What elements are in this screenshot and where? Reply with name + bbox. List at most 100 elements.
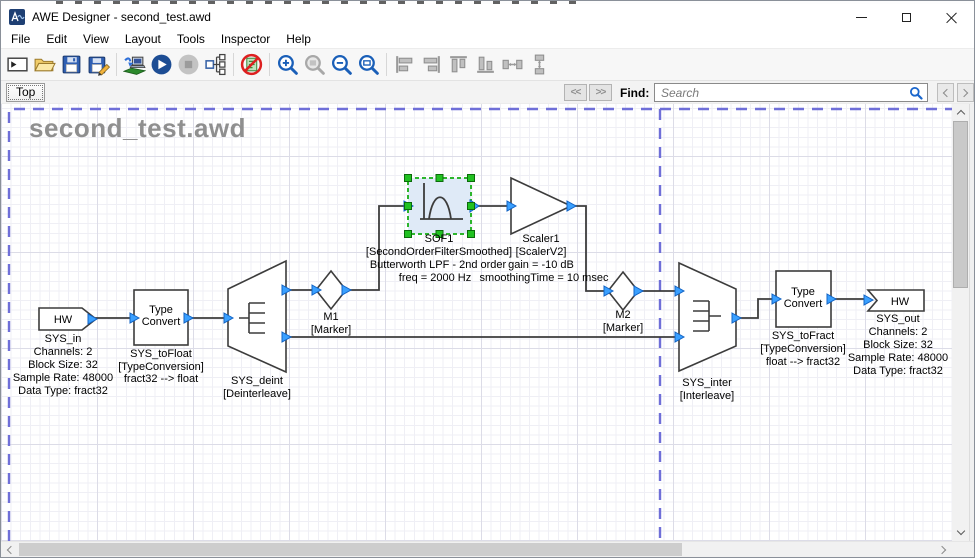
distribute-horizontal-button[interactable]: [499, 51, 526, 78]
align-bottom-button[interactable]: [472, 51, 499, 78]
find-previous-all-button[interactable]: <<: [564, 84, 587, 101]
svg-text:Type: Type: [791, 286, 815, 298]
menu-item-view[interactable]: View: [75, 31, 117, 47]
svg-text:[Deinterleave]: [Deinterleave]: [223, 388, 291, 400]
svg-text:[SecondOrderFilterSmoothed]: [SecondOrderFilterSmoothed]: [366, 246, 512, 258]
block-m1[interactable]: [312, 271, 351, 309]
find-next-button[interactable]: [957, 83, 974, 102]
minimize-button[interactable]: [839, 4, 884, 30]
output-pin[interactable]: [634, 286, 643, 296]
block-sys-tofloat[interactable]: Type Convert: [130, 290, 193, 345]
horizontal-scrollbar-thumb[interactable]: [19, 543, 682, 556]
title-bar: AWE Designer - second_test.awd: [1, 4, 974, 30]
layout-title: second_test.awd: [29, 113, 246, 143]
menu-item-layout[interactable]: Layout: [117, 31, 169, 47]
horizontal-scrollbar[interactable]: [1, 541, 974, 557]
svg-text:freq = 2000 Hz: freq = 2000 Hz: [399, 272, 471, 284]
find-previous-button[interactable]: [937, 83, 954, 102]
align-left-button[interactable]: [391, 51, 418, 78]
chevron-right-icon: [960, 88, 968, 96]
svg-text:SYS_toFract: SYS_toFract: [772, 330, 834, 342]
save-as-button[interactable]: [85, 51, 112, 78]
svg-text:SOF1: SOF1: [425, 233, 454, 245]
scroll-left-button[interactable]: [1, 542, 18, 557]
zoom-out-button[interactable]: [328, 51, 355, 78]
block-sys-inter[interactable]: [675, 263, 741, 371]
block-sys-in-caption: SYS_in Channels: 2 Block Size: 32 Sample…: [13, 333, 113, 397]
block-sys-deint-caption: SYS_deint [Deinterleave]: [223, 375, 291, 400]
zoom-selection-button[interactable]: [355, 51, 382, 78]
block-sys-tofract-caption: SYS_toFract [TypeConversion] float --> f…: [760, 330, 846, 368]
zoom-in-button[interactable]: [274, 51, 301, 78]
run-button[interactable]: [148, 51, 175, 78]
menu-item-edit[interactable]: Edit: [38, 31, 75, 47]
chevron-left-icon: [943, 88, 951, 96]
stop-button[interactable]: [175, 51, 202, 78]
block-scaler1[interactable]: [507, 178, 576, 234]
block-sys-deint[interactable]: [224, 261, 291, 372]
svg-text:Block Size: 32: Block Size: 32: [863, 339, 933, 351]
vertical-scrollbar[interactable]: [952, 104, 969, 541]
open-file-button[interactable]: [31, 51, 58, 78]
save-button[interactable]: [58, 51, 85, 78]
awe-designer-window: AWE Designer - second_test.awd File Edit…: [0, 0, 975, 558]
menu-item-tools[interactable]: Tools: [169, 31, 213, 47]
svg-text:Scaler1: Scaler1: [522, 233, 559, 245]
svg-text:Butterworth LPF - 2nd order: Butterworth LPF - 2nd order: [370, 259, 507, 271]
svg-text:[ScalerV2]: [ScalerV2]: [516, 246, 567, 258]
svg-text:[Interleave]: [Interleave]: [680, 390, 734, 402]
scroll-up-button[interactable]: [952, 104, 969, 121]
align-top-button[interactable]: [445, 51, 472, 78]
input-pin[interactable]: [864, 295, 873, 305]
block-sys-out-caption: SYS_out Channels: 2 Block Size: 32 Sampl…: [848, 313, 948, 377]
svg-text:fract32 --> float: fract32 --> float: [124, 373, 198, 385]
svg-text:Convert: Convert: [784, 298, 823, 310]
svg-text:M1: M1: [323, 311, 338, 323]
run-icon: [150, 53, 173, 76]
distribute-vertical-button[interactable]: [526, 51, 553, 78]
scroll-left-icon: [7, 545, 15, 553]
output-pin[interactable]: [342, 285, 351, 295]
zoom-selection-icon: [357, 53, 380, 76]
save-as-icon: [87, 53, 110, 76]
tab-top[interactable]: Top: [6, 83, 45, 102]
zoom-fit-button[interactable]: [301, 51, 328, 78]
new-layout-button[interactable]: [4, 51, 31, 78]
block-m2[interactable]: [604, 272, 643, 310]
inspector-disabled-button[interactable]: [238, 51, 265, 78]
layout-canvas[interactable]: second_test.awd HW SY: [1, 104, 952, 541]
svg-text:Convert: Convert: [142, 316, 181, 328]
vertical-scrollbar-thumb[interactable]: [953, 121, 968, 288]
propagate-changes-button[interactable]: [202, 51, 229, 78]
find-input[interactable]: [654, 83, 928, 102]
menu-item-file[interactable]: File: [3, 31, 38, 47]
block-sys-inter-caption: SYS_inter [Interleave]: [680, 377, 734, 402]
awe-logo-icon: [9, 9, 25, 25]
connect-target-button[interactable]: [121, 51, 148, 78]
align-right-icon: [420, 53, 443, 76]
wire-inter-tofract[interactable]: [736, 299, 776, 318]
block-sys-tofract[interactable]: Type Convert: [772, 271, 836, 327]
save-icon: [60, 53, 83, 76]
toolbar: [1, 49, 974, 81]
menu-bar: File Edit View Layout Tools Inspector He…: [1, 30, 974, 49]
scroll-down-button[interactable]: [952, 524, 969, 541]
block-sys-in[interactable]: HW: [39, 308, 97, 330]
toolbar-separator: [116, 53, 117, 76]
canvas-row: second_test.awd HW SY: [1, 104, 974, 541]
block-m1-caption: M1 [Marker]: [311, 311, 351, 336]
search-icon[interactable]: [909, 86, 923, 100]
close-button[interactable]: [929, 4, 974, 30]
block-sys-out[interactable]: HW: [864, 290, 924, 311]
svg-text:SYS_out: SYS_out: [876, 313, 919, 325]
menu-item-help[interactable]: Help: [278, 31, 319, 47]
maximize-button[interactable]: [884, 4, 929, 30]
output-pin[interactable]: [567, 201, 576, 211]
svg-text:SYS_toFloat: SYS_toFloat: [130, 348, 192, 360]
find-next-all-button[interactable]: >>: [589, 84, 612, 101]
block-sof1-selected[interactable]: [404, 175, 479, 238]
menu-item-inspector[interactable]: Inspector: [213, 31, 278, 47]
scroll-right-button[interactable]: [935, 542, 952, 557]
svg-text:Type: Type: [149, 304, 173, 316]
align-right-button[interactable]: [418, 51, 445, 78]
